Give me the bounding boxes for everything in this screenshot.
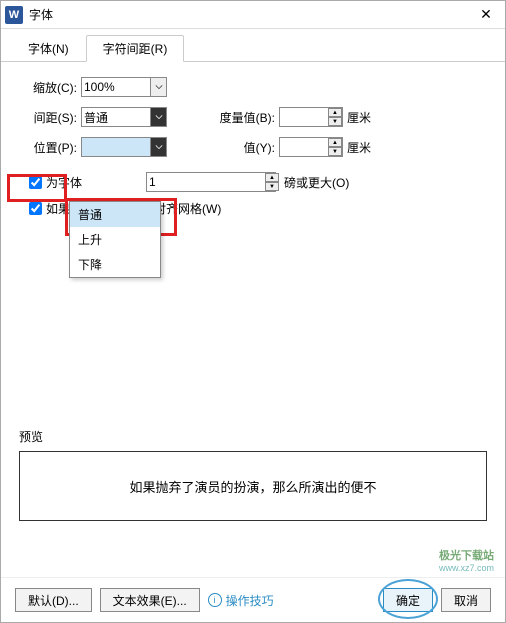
kerning-checkbox[interactable] [29,176,42,189]
dialog-title: 字体 [29,6,471,23]
dropdown-option-normal[interactable]: 普通 [70,202,160,227]
scale-combo[interactable] [81,77,167,97]
preview-label: 预览 [19,428,487,445]
info-icon: i [208,593,222,607]
app-icon: W [5,6,23,24]
kerning-input[interactable] [146,172,276,192]
kerning-check-label: 为字体 [46,174,82,191]
spinner-buttons[interactable]: ▲▼ [328,138,342,156]
preview-text: 如果抛弃了演员的扮演，那么所演出的便不 [129,477,376,496]
titlebar: W 字体 ✕ [1,1,505,29]
measure-label: 度量值(B): [207,109,275,126]
kerning-check-row: 为字体 ▲▼ 磅或更大(O) [29,172,487,192]
spinner-buttons[interactable]: ▲▼ [265,173,279,191]
cancel-button[interactable]: 取消 [441,588,491,612]
position-combo[interactable] [81,137,167,157]
dropdown-option-lower[interactable]: 下降 [70,252,160,277]
spacing-label: 间距(S): [19,109,77,126]
points-label: 磅或更大(O) [284,174,349,191]
spinner-buttons[interactable]: ▲▼ [328,108,342,126]
dropdown-option-raise[interactable]: 上升 [70,227,160,252]
preview-box: 如果抛弃了演员的扮演，那么所演出的便不 [19,451,487,521]
spacing-combo[interactable] [81,107,167,127]
tips-text: 操作技巧 [226,592,274,609]
position-label: 位置(P): [19,139,77,156]
tab-bar: 字体(N) 字符间距(R) [1,29,505,62]
default-button[interactable]: 默认(D)... [15,588,92,612]
tips-link[interactable]: i 操作技巧 [208,592,274,609]
unit-cm: 厘米 [347,109,371,126]
text-effects-button[interactable]: 文本效果(E)... [100,588,200,612]
unit-cm2: 厘米 [347,139,371,156]
ok-button[interactable]: 确定 [383,588,433,612]
tab-font[interactable]: 字体(N) [11,35,86,61]
value-label: 值(Y): [207,139,275,156]
scale-label: 缩放(C): [19,79,77,96]
snap-checkbox[interactable] [29,202,42,215]
content-area: 缩放(C): 间距(S): 度量值(B): ▲▼ 厘米 [1,62,505,577]
position-dropdown: 普通 上升 下降 [69,201,161,278]
tab-spacing[interactable]: 字符间距(R) [86,35,185,62]
close-button[interactable]: ✕ [471,6,501,23]
footer: 默认(D)... 文本效果(E)... i 操作技巧 确定 取消 [1,577,505,622]
